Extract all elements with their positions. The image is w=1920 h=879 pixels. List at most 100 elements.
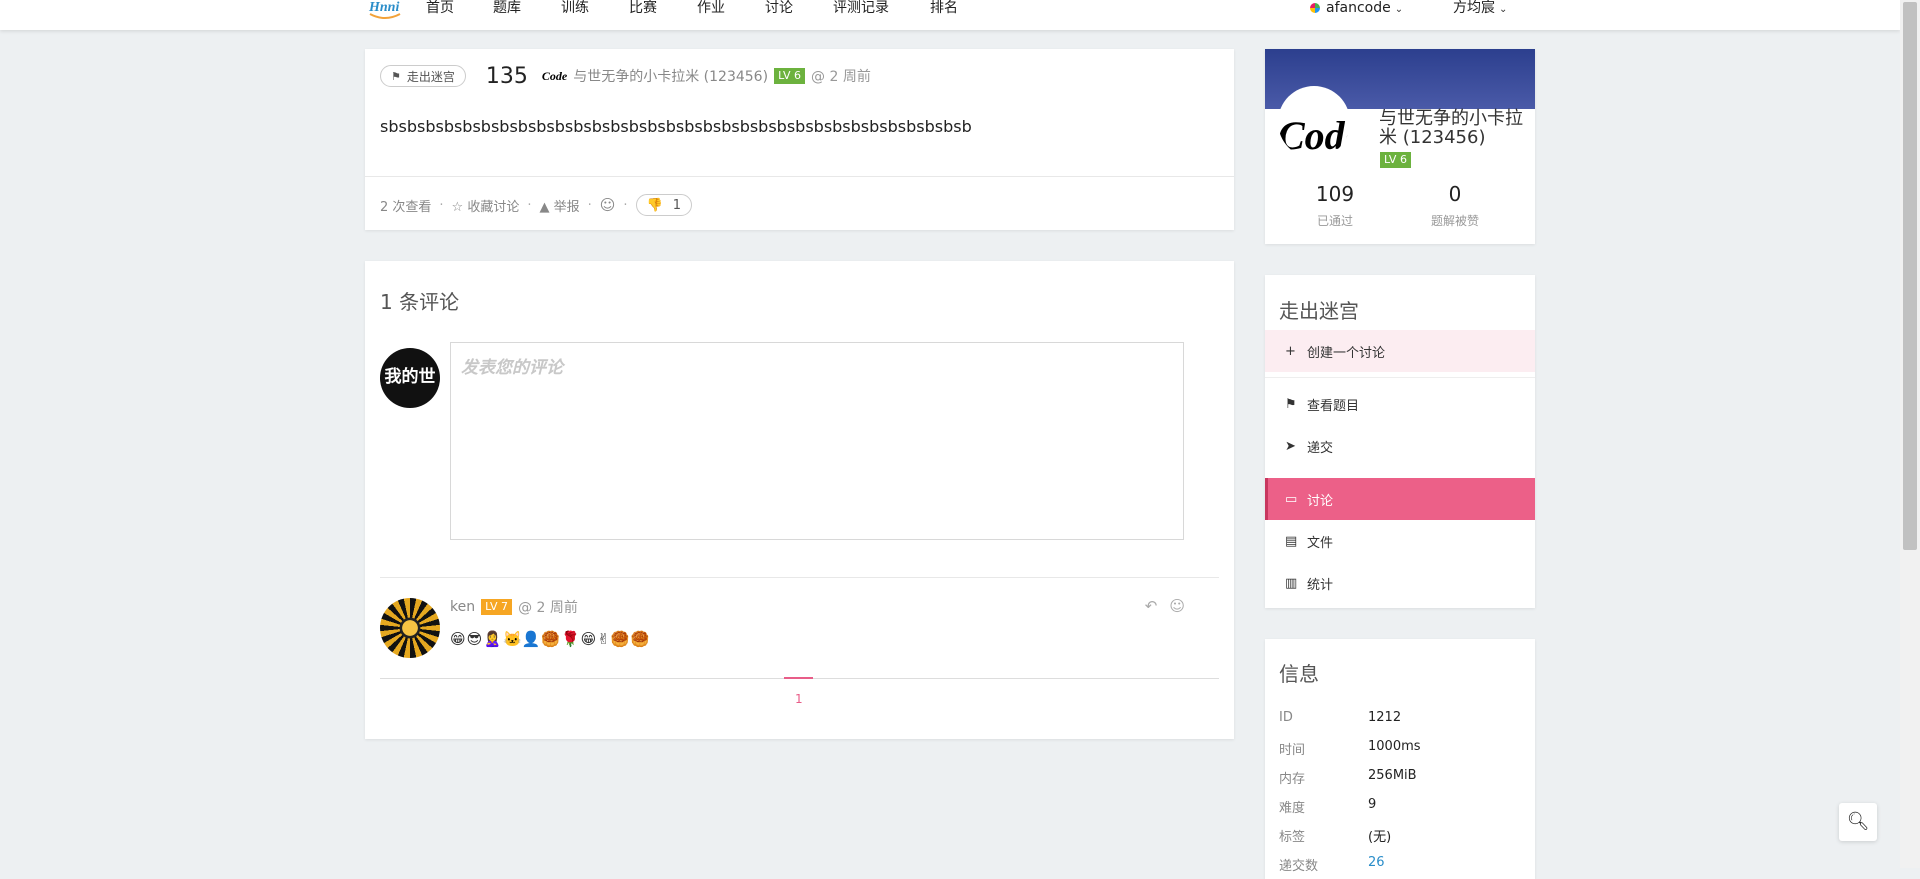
commenter-name[interactable]: ken <box>450 599 475 615</box>
profile-name[interactable]: 与世无争的小卡拉米 (123456) <box>1379 109 1529 147</box>
stat-value: 0 <box>1448 182 1462 206</box>
divider <box>1265 377 1535 378</box>
info-key: 内存 <box>1279 772 1306 787</box>
emoji-reaction-icon[interactable]: ☺ <box>600 196 616 214</box>
menu-label: 递交 <box>1307 440 1334 456</box>
user-name: afancode <box>1326 0 1391 16</box>
info-title: 信息 <box>1279 662 1319 686</box>
info-row-id: ID 1212 <box>1279 710 1401 725</box>
nav-home[interactable]: 首页 <box>426 0 454 16</box>
menu-label: 讨论 <box>1307 493 1334 509</box>
plus-icon: + <box>1285 343 1296 359</box>
author-avatar[interactable]: Code <box>542 69 567 84</box>
info-row-tags: 标签 (无) <box>1279 826 1391 845</box>
comment-icon: ▭ <box>1285 491 1298 507</box>
user-menu[interactable]: afancode ⌄ <box>1310 0 1403 18</box>
report-button[interactable]: ▲ 举报 <box>539 196 579 215</box>
nav-contests[interactable]: 比赛 <box>629 0 657 16</box>
info-key: 时间 <box>1279 743 1306 758</box>
stat-value: 109 <box>1315 182 1355 206</box>
search-icon: 🔍︎ <box>1846 811 1870 832</box>
comment-content: 😁😎🙎‍♀️🐱‍👤🥮🌹😁✌🥮🥮 <box>450 630 651 648</box>
problem-tag-label: 走出迷宫 <box>406 69 455 84</box>
thumbs-down-reaction[interactable]: 👎 1 <box>635 194 693 216</box>
post-time: @ 2 周前 <box>811 69 871 85</box>
star-button[interactable]: ☆ 收藏讨论 <box>452 196 520 215</box>
commenter-avatar[interactable] <box>380 598 440 658</box>
logo-swoosh-icon <box>369 13 401 19</box>
menu-label: 查看题目 <box>1307 398 1360 414</box>
menu-statistics[interactable]: ▥ 统计 <box>1265 562 1535 604</box>
nav-problems[interactable]: 题库 <box>493 0 521 16</box>
info-value: (无) <box>1368 830 1392 845</box>
info-row-memory: 内存 256MiB <box>1279 768 1417 787</box>
divider <box>365 176 1234 177</box>
comment-input[interactable]: 发表您的评论 <box>450 342 1184 540</box>
file-icon: ▤ <box>1285 533 1298 549</box>
flag-icon: ⚑ <box>1285 396 1297 412</box>
menu-files[interactable]: ▤ 文件 <box>1265 520 1535 562</box>
info-key: 标签 <box>1279 830 1306 845</box>
info-value: 1212 <box>1368 710 1402 725</box>
globe-icon <box>1310 3 1320 13</box>
nav-discussion[interactable]: 讨论 <box>765 0 793 16</box>
menu-create-discussion[interactable]: + 创建一个讨论 <box>1265 330 1535 372</box>
menu-label: 创建一个讨论 <box>1307 345 1386 361</box>
emoji-reaction-icon[interactable]: ☺ <box>1169 597 1185 615</box>
discussion-card: ⚑ 走出迷宫 135 Code 与世无争的小卡拉米 (123456) LV 6 … <box>365 49 1234 230</box>
stat-label: 题解被赞 <box>1430 214 1479 228</box>
discussion-footer: 2 次查看 · ☆ 收藏讨论 · ▲ 举报 · ☺ · 👎 1 <box>380 194 693 216</box>
comments-card: 1 条评论 我的世界 发表您的评论 ken LV 7 @ 2 周前 ↶☺ 😁😎🙎… <box>365 261 1234 739</box>
nav-homework[interactable]: 作业 <box>697 0 725 16</box>
info-row-time: 时间 1000ms <box>1279 739 1421 758</box>
comments-title: 1 条评论 <box>380 290 460 314</box>
flag-icon: ⚑ <box>391 69 401 83</box>
problem-menu-card: 走出迷宫 + 创建一个讨论 ⚑ 查看题目 ➤ 递交 ▭ 讨论 ▤ 文件 ▥ 统计 <box>1265 275 1535 608</box>
info-row-submissions: 递交数 26 <box>1279 855 1385 874</box>
discussion-header: ⚑ 走出迷宫 135 Code 与世无争的小卡拉米 (123456) LV 6 … <box>380 63 871 89</box>
problem-tag[interactable]: ⚑ 走出迷宫 <box>380 65 466 87</box>
stat-label: 已通过 <box>1316 214 1353 228</box>
menu-label: 文件 <box>1307 535 1334 551</box>
info-row-difficulty: 难度 9 <box>1279 797 1376 816</box>
view-count: 2 次查看 <box>380 199 432 215</box>
comment-time: @ 2 周前 <box>518 600 578 616</box>
info-value: 256MiB <box>1368 768 1417 783</box>
pagination-page[interactable]: 1 <box>795 692 803 706</box>
nav-ranking[interactable]: 排名 <box>930 0 958 16</box>
send-icon: ➤ <box>1285 438 1296 454</box>
menu-view-problem[interactable]: ⚑ 查看题目 <box>1265 383 1535 425</box>
menu-label: 统计 <box>1307 577 1334 593</box>
nav-training[interactable]: 训练 <box>561 0 589 16</box>
menu-discussion[interactable]: ▭ 讨论 <box>1265 478 1535 520</box>
author-profile-card: Code 与世无争的小卡拉米 (123456) LV 6 109 已通过 0 题… <box>1265 49 1535 244</box>
discussion-body: sbsbsbsbsbsbsbsbsbsbsbsbsbsbsbsbsbsbsbsb… <box>380 117 972 136</box>
page-scrollbar[interactable] <box>1900 0 1920 868</box>
discussion-title: 135 <box>485 63 528 89</box>
problem-menu-title: 走出迷宫 <box>1279 299 1359 323</box>
info-key: 难度 <box>1279 801 1306 816</box>
comment-actions: ↶ ☺ <box>1133 597 1185 615</box>
author-name[interactable]: 与世无争的小卡拉米 (123456) <box>573 66 768 86</box>
menu-submit[interactable]: ➤ 递交 <box>1265 425 1535 467</box>
site-logo[interactable]: Hnni <box>369 0 401 20</box>
account-name: 方均宸 <box>1453 0 1495 16</box>
comment-meta: ken LV 7 @ 2 周前 <box>450 597 578 617</box>
level-badge: LV 7 <box>481 599 513 615</box>
account-menu[interactable]: 方均宸 ⌄ <box>1453 0 1507 18</box>
scrollbar-thumb[interactable] <box>1903 2 1917 550</box>
chevron-down-icon: ⌄ <box>1499 4 1508 15</box>
level-badge: LV 6 <box>1380 152 1411 168</box>
search-fab-button[interactable]: 🔍︎ <box>1839 803 1877 841</box>
info-value: 1000ms <box>1368 739 1421 754</box>
my-avatar: 我的世界 <box>380 348 440 408</box>
stat-accepted: 109 已通过 <box>1295 182 1375 229</box>
problem-info-card: 信息 ID 1212 时间 1000ms 内存 256MiB 难度 9 标签 (… <box>1265 639 1535 879</box>
nav-records[interactable]: 评测记录 <box>833 0 889 16</box>
info-value[interactable]: 26 <box>1368 855 1385 874</box>
bar-chart-icon: ▥ <box>1285 575 1298 591</box>
reply-icon[interactable]: ↶ <box>1145 597 1158 615</box>
profile-avatar[interactable]: Code <box>1278 86 1350 158</box>
top-navbar: Hnni 首页 题库 训练 比赛 作业 讨论 评测记录 排名 afancode ⌄… <box>0 0 1900 30</box>
info-key: ID <box>1279 710 1293 725</box>
